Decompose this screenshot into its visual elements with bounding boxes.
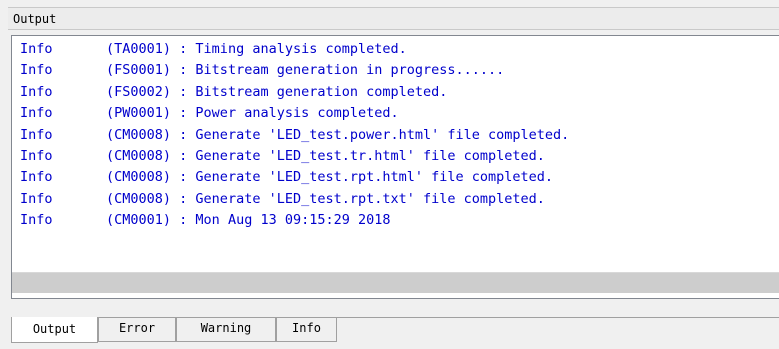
log-code: (CM0008) [106,147,172,164]
log-level: Info [20,41,53,57]
log-code: (PW0001) [106,105,172,122]
log-message: : Mon Aug 13 09:15:29 2018 [179,212,391,229]
log-message: : Generate 'LED_test.power.html' file co… [179,126,570,143]
log-line: Info (TA0001) : Timing analysis completed… [20,39,779,60]
log-level: Info [20,105,53,122]
tab-error[interactable]: Error [98,318,176,342]
log-level: Info [20,212,53,229]
log-level: Info [20,83,53,100]
log-code: (CM0008) [106,190,172,207]
log-line: Info (CM0008) : Generate 'LED_test.rpt.ht… [20,167,779,188]
panel-title: Output [13,12,57,26]
log-line: Info (FS0001) : Bitstream generation in p… [20,60,779,81]
log-line: Info (CM0008) : Generate 'LED_test.rpt.tx… [20,189,779,210]
panel-title-bar: Output [8,7,779,30]
log-code: (FS0001) [106,62,172,79]
log-line: Info (CM0001) : Mon Aug 13 09:15:29 2018 [20,210,779,231]
log-code: (CM0001) [106,212,172,229]
log-line: Info (CM0008) : Generate 'LED_test.tr.htm… [20,146,779,167]
log-message: : Generate 'LED_test.rpt.txt' file compl… [179,190,545,207]
tab-info[interactable]: Info [276,318,337,342]
output-panel: Output Info (TA0001) : Timing analysis co… [0,0,779,349]
log-code: (CM0008) [106,169,172,186]
output-log-area[interactable]: Info (TA0001) : Timing analysis completed… [11,35,779,299]
log-line: Info (PW0001) : Power analysis completed. [20,103,779,124]
log-line: Info (FS0002) : Bitstream generation comp… [20,82,779,103]
log-level: Info [20,126,53,143]
log-message: : Bitstream generation in progress...... [179,62,505,79]
log-level: Info [20,190,53,207]
tab-output[interactable]: Output [11,317,98,343]
log-code: (TA0001) [106,41,172,57]
log-line: Info (CM0008) : Generate 'LED_test.power.… [20,125,779,146]
log-list: Info (TA0001) : Timing analysis completed… [20,39,779,232]
log-code: (FS0002) [106,83,172,100]
log-level: Info [20,62,53,79]
log-message: : Bitstream generation completed. [179,83,448,100]
log-code: (CM0008) [106,126,172,143]
tab-warning[interactable]: Warning [176,318,276,342]
horizontal-scrollbar[interactable] [12,272,779,293]
log-message: : Generate 'LED_test.rpt.html' file comp… [179,169,554,186]
log-message: : Generate 'LED_test.tr.html' file compl… [179,147,545,164]
log-level: Info [20,169,53,186]
log-message: : Timing analysis completed. [179,41,407,57]
log-message: : Power analysis completed. [179,105,399,122]
log-level: Info [20,147,53,164]
